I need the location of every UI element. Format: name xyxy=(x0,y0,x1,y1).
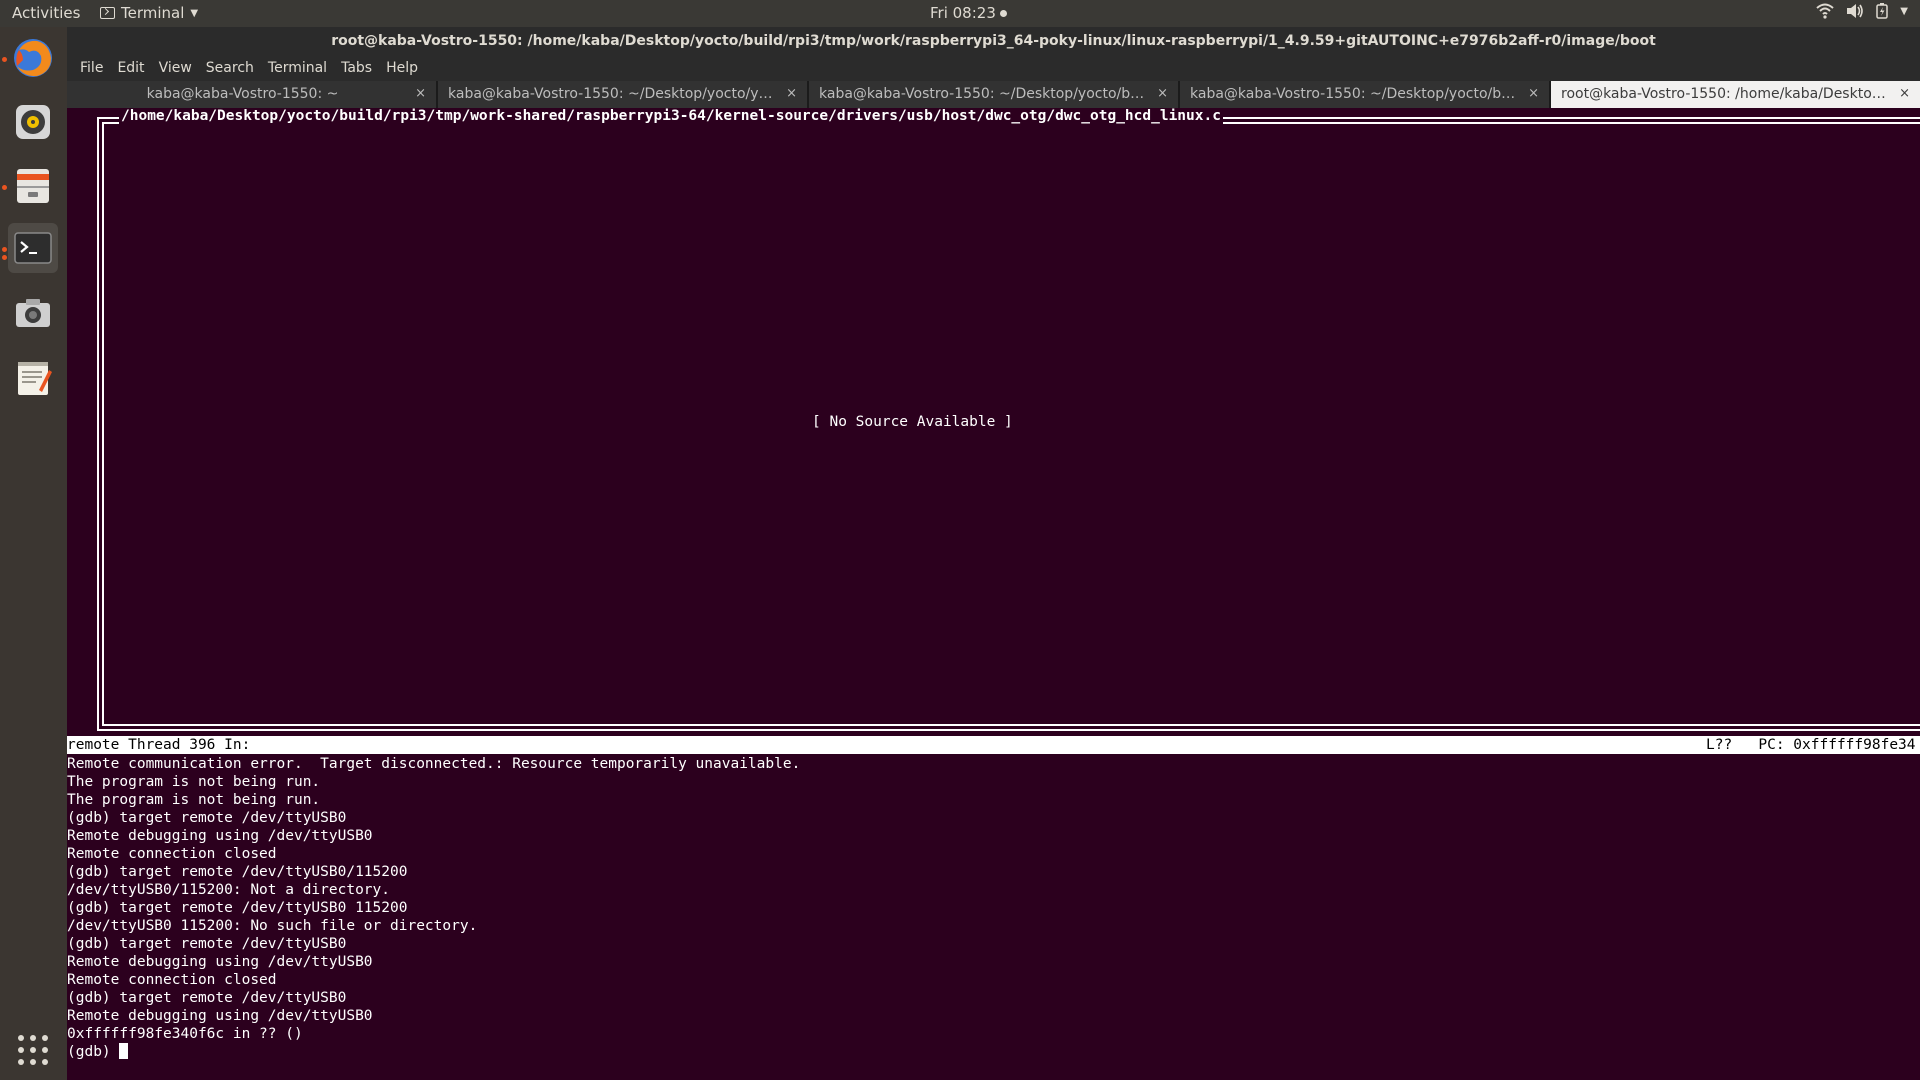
console-line: Remote communication error. Target disco… xyxy=(67,756,801,772)
text-cursor xyxy=(119,1043,129,1059)
tab-label: root@kaba-Vostro-1550: /home/kaba/Deskto… xyxy=(1561,86,1894,102)
close-icon[interactable]: × xyxy=(786,81,797,107)
window-title: root@kaba-Vostro-1550: /home/kaba/Deskto… xyxy=(67,27,1920,55)
gdb-status-line: remote Thread 396 In: L?? PC: 0xffffff98… xyxy=(67,736,1920,754)
console-line: Remote debugging using /dev/ttyUSB0 xyxy=(67,828,373,844)
close-icon[interactable]: × xyxy=(1899,81,1910,107)
console-line: Remote connection closed xyxy=(67,846,277,862)
menu-bar: File Edit View Search Terminal Tabs Help xyxy=(67,55,1920,81)
tab-label: kaba@kaba-Vostro-1550: ~ xyxy=(146,86,339,102)
console-line: Remote connection closed xyxy=(67,972,277,988)
menu-search[interactable]: Search xyxy=(199,60,261,76)
terminal-view[interactable]: /home/kaba/Desktop/yocto/build/rpi3/tmp/… xyxy=(67,108,1920,1080)
running-indicator xyxy=(2,247,7,252)
menu-help[interactable]: Help xyxy=(379,60,425,76)
tab-bar: kaba@kaba-Vostro-1550: ~ × kaba@kaba-Vos… xyxy=(67,81,1920,108)
source-filename: /home/kaba/Desktop/yocto/build/rpi3/tmp/… xyxy=(119,108,1223,125)
console-line: (gdb) target remote /dev/ttyUSB0 xyxy=(67,936,347,952)
files-icon[interactable] xyxy=(8,161,58,211)
system-menu-caret-icon: ▼ xyxy=(1900,5,1908,17)
menu-view[interactable]: View xyxy=(152,60,199,76)
terminal-icon[interactable] xyxy=(8,223,58,273)
activities-button[interactable]: Activities xyxy=(12,4,80,22)
menu-file[interactable]: File xyxy=(73,60,110,76)
tab-label: kaba@kaba-Vostro-1550: ~/Desktop/yocto/y… xyxy=(448,86,789,102)
show-applications-icon[interactable] xyxy=(8,1025,58,1075)
console-line: The program is not being run. xyxy=(67,792,321,808)
menu-terminal[interactable]: Terminal xyxy=(261,60,334,76)
console-line: Remote debugging using /dev/ttyUSB0 xyxy=(67,1008,373,1024)
screenshot-icon[interactable] xyxy=(8,289,58,339)
console-line: (gdb) target remote /dev/ttyUSB0 115200 xyxy=(67,900,408,916)
menu-tabs[interactable]: Tabs xyxy=(334,60,379,76)
menu-edit[interactable]: Edit xyxy=(110,60,151,76)
console-line: (gdb) target remote /dev/ttyUSB0/115200 xyxy=(67,864,408,880)
gdb-console[interactable]: Remote communication error. Target disco… xyxy=(67,755,1920,1061)
text-editor-icon[interactable] xyxy=(8,353,58,403)
tab-label: kaba@kaba-Vostro-1550: ~/Desktop/yocto/b… xyxy=(1190,86,1532,102)
firefox-icon[interactable] xyxy=(8,33,58,83)
tab-3[interactable]: kaba@kaba-Vostro-1550: ~/Desktop/yocto/b… xyxy=(809,81,1180,108)
close-icon[interactable]: × xyxy=(1528,81,1539,107)
tab-2[interactable]: kaba@kaba-Vostro-1550: ~/Desktop/yocto/y… xyxy=(438,81,809,108)
notification-dot-icon xyxy=(999,9,1007,17)
console-line: The program is not being run. xyxy=(67,774,321,790)
battery-icon xyxy=(1876,3,1889,19)
tab-label: kaba@kaba-Vostro-1550: ~/Desktop/yocto/b… xyxy=(819,86,1157,102)
launcher-dock xyxy=(0,27,67,1080)
tab-4[interactable]: kaba@kaba-Vostro-1550: ~/Desktop/yocto/b… xyxy=(1180,81,1551,108)
no-source-message: [ No Source Available ] xyxy=(812,414,1013,430)
gdb-prompt: (gdb) xyxy=(67,1044,120,1060)
app-menu-button[interactable]: Terminal ▼ xyxy=(100,4,198,22)
running-indicator xyxy=(2,255,7,260)
volume-icon xyxy=(1846,3,1864,19)
clock-label: Fri 08:23 xyxy=(930,4,996,22)
console-line: /dev/ttyUSB0 115200: No such file or dir… xyxy=(67,918,478,934)
prompt-line[interactable]: (gdb) xyxy=(67,1043,1920,1061)
top-panel: Activities Terminal ▼ Fri 08:23 ▼ xyxy=(0,0,1920,27)
wifi-icon xyxy=(1816,3,1834,19)
tab-5-active[interactable]: root@kaba-Vostro-1550: /home/kaba/Deskto… xyxy=(1551,81,1920,108)
status-pc: L?? PC: 0xffffff98fe34 xyxy=(1706,737,1916,753)
clock[interactable]: Fri 08:23 xyxy=(930,4,1007,22)
tab-1[interactable]: kaba@kaba-Vostro-1550: ~ × xyxy=(67,81,438,108)
console-line: Remote debugging using /dev/ttyUSB0 xyxy=(67,954,373,970)
close-icon[interactable]: × xyxy=(415,81,426,107)
running-indicator xyxy=(2,185,7,190)
console-line: /dev/ttyUSB0/115200: Not a directory. xyxy=(67,882,391,898)
console-line: (gdb) target remote /dev/ttyUSB0 xyxy=(67,810,347,826)
rhythmbox-icon[interactable] xyxy=(8,97,58,147)
system-tray[interactable]: ▼ xyxy=(1816,3,1908,19)
terminal-small-icon xyxy=(100,7,115,19)
status-thread: remote Thread 396 In: xyxy=(67,737,251,753)
console-line: (gdb) target remote /dev/ttyUSB0 xyxy=(67,990,347,1006)
console-line: 0xffffff98fe340f6c in ?? () xyxy=(67,1026,303,1042)
caret-down-icon: ▼ xyxy=(190,7,199,19)
running-indicator xyxy=(2,57,7,62)
close-icon[interactable]: × xyxy=(1157,81,1168,107)
app-menu-label: Terminal xyxy=(121,4,185,22)
